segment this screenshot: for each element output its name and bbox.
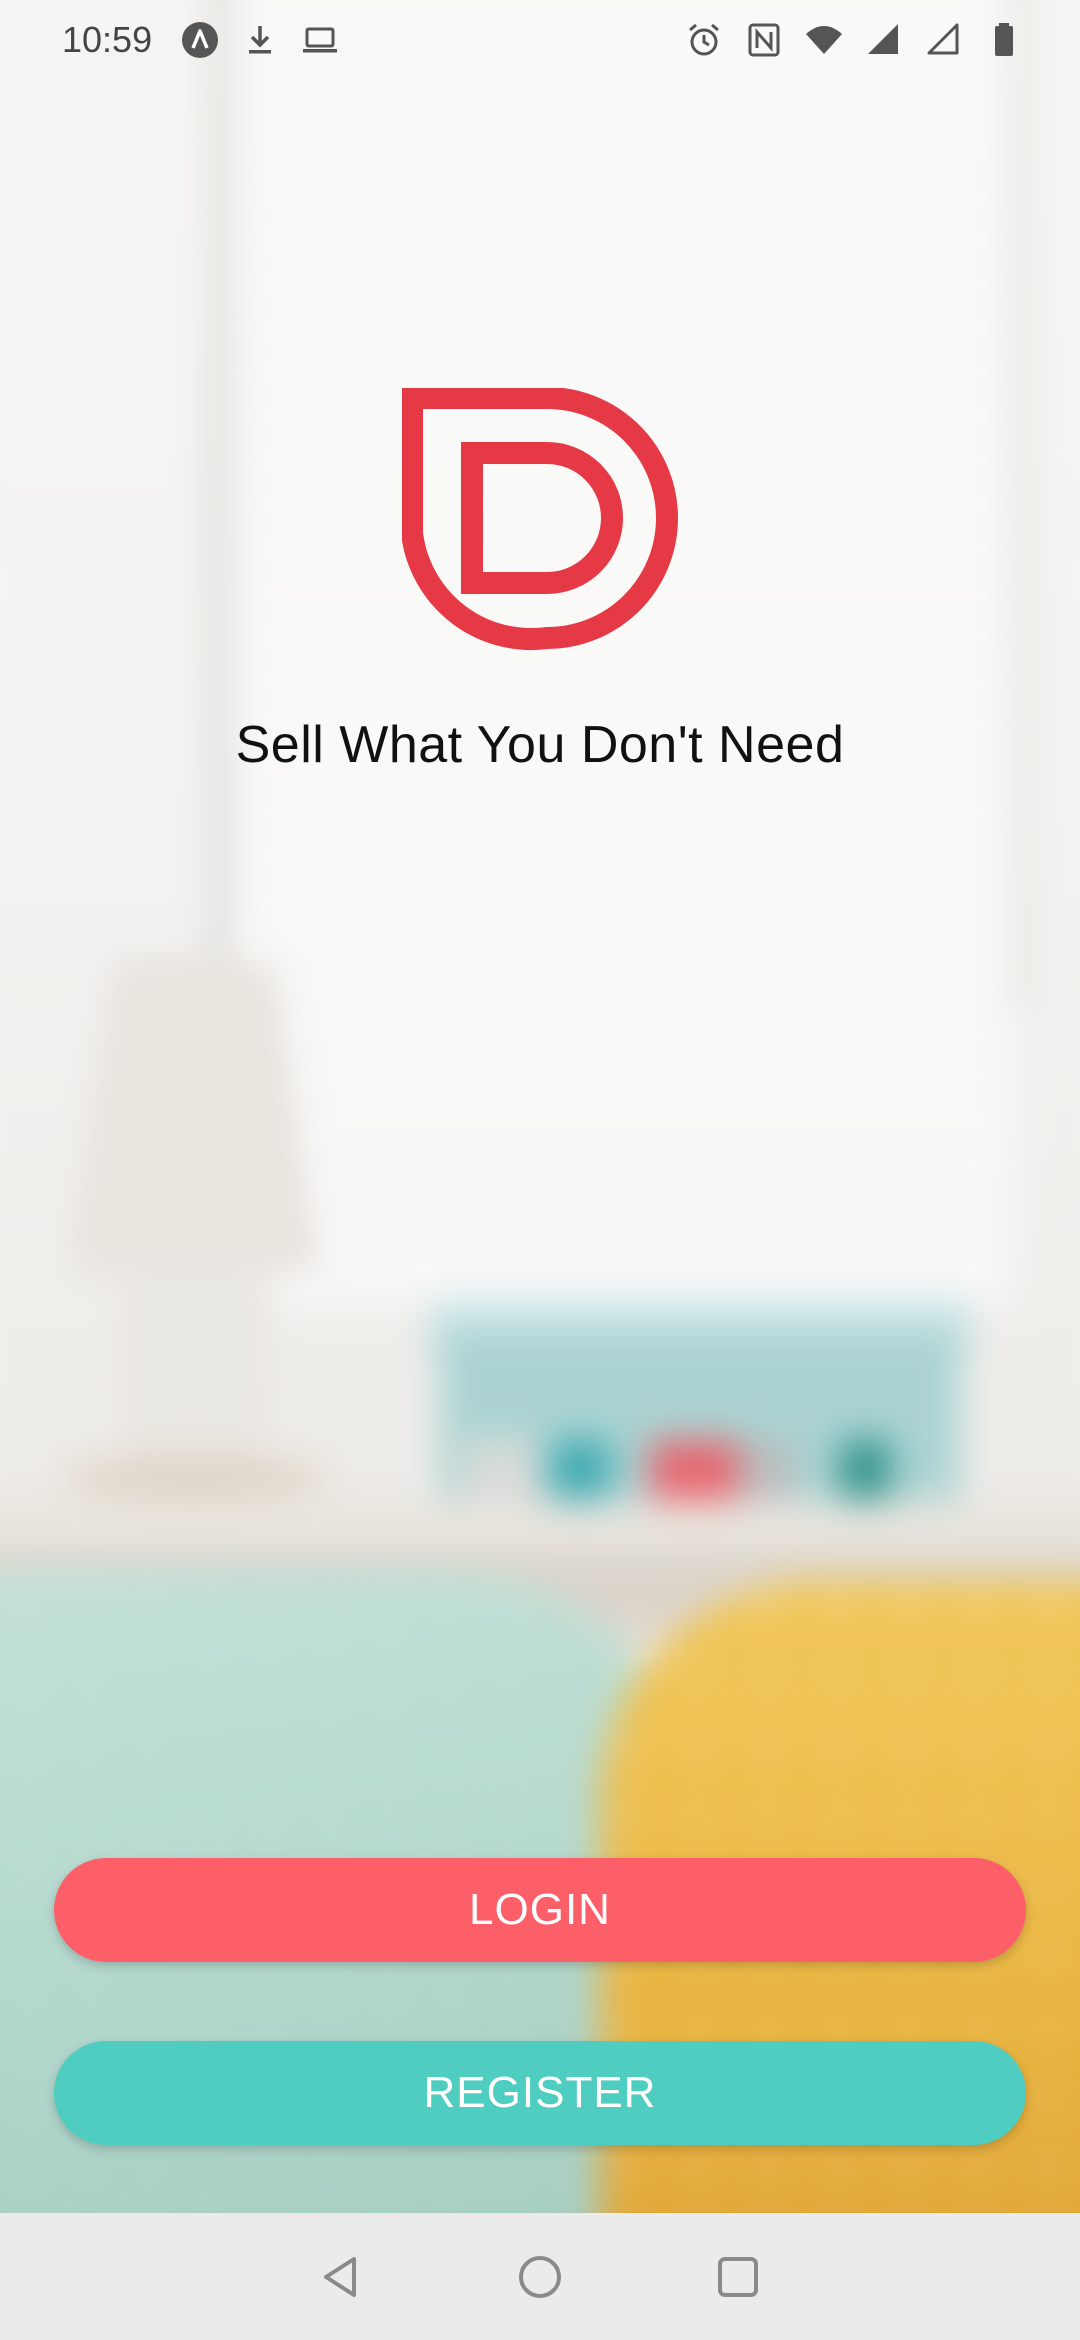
- alarm-icon: [684, 20, 724, 60]
- tagline: Sell What You Don't Need: [235, 716, 845, 774]
- welcome-screen: 10:59 Sell What You Don't Need LOGIN REG…: [0, 0, 1080, 2340]
- battery-icon: [984, 20, 1024, 60]
- home-icon[interactable]: [516, 2253, 564, 2301]
- back-icon[interactable]: [318, 2253, 366, 2301]
- wifi-icon: [804, 20, 844, 60]
- d-logo-icon: [401, 387, 682, 668]
- signal-icon: [864, 20, 904, 60]
- laptop-icon: [300, 20, 340, 60]
- nfc-icon: [744, 20, 784, 60]
- download-icon: [240, 20, 280, 60]
- status-bar: 10:59: [0, 0, 1080, 80]
- status-time: 10:59: [62, 19, 153, 60]
- register-button[interactable]: REGISTER: [54, 2041, 1026, 2145]
- recents-icon[interactable]: [714, 2253, 762, 2301]
- app-notification-icon: [180, 20, 220, 60]
- signal-empty-icon: [924, 20, 964, 60]
- background-image: [0, 0, 1080, 2340]
- login-button[interactable]: LOGIN: [54, 1858, 1026, 1962]
- navigation-bar: [0, 2213, 1080, 2340]
